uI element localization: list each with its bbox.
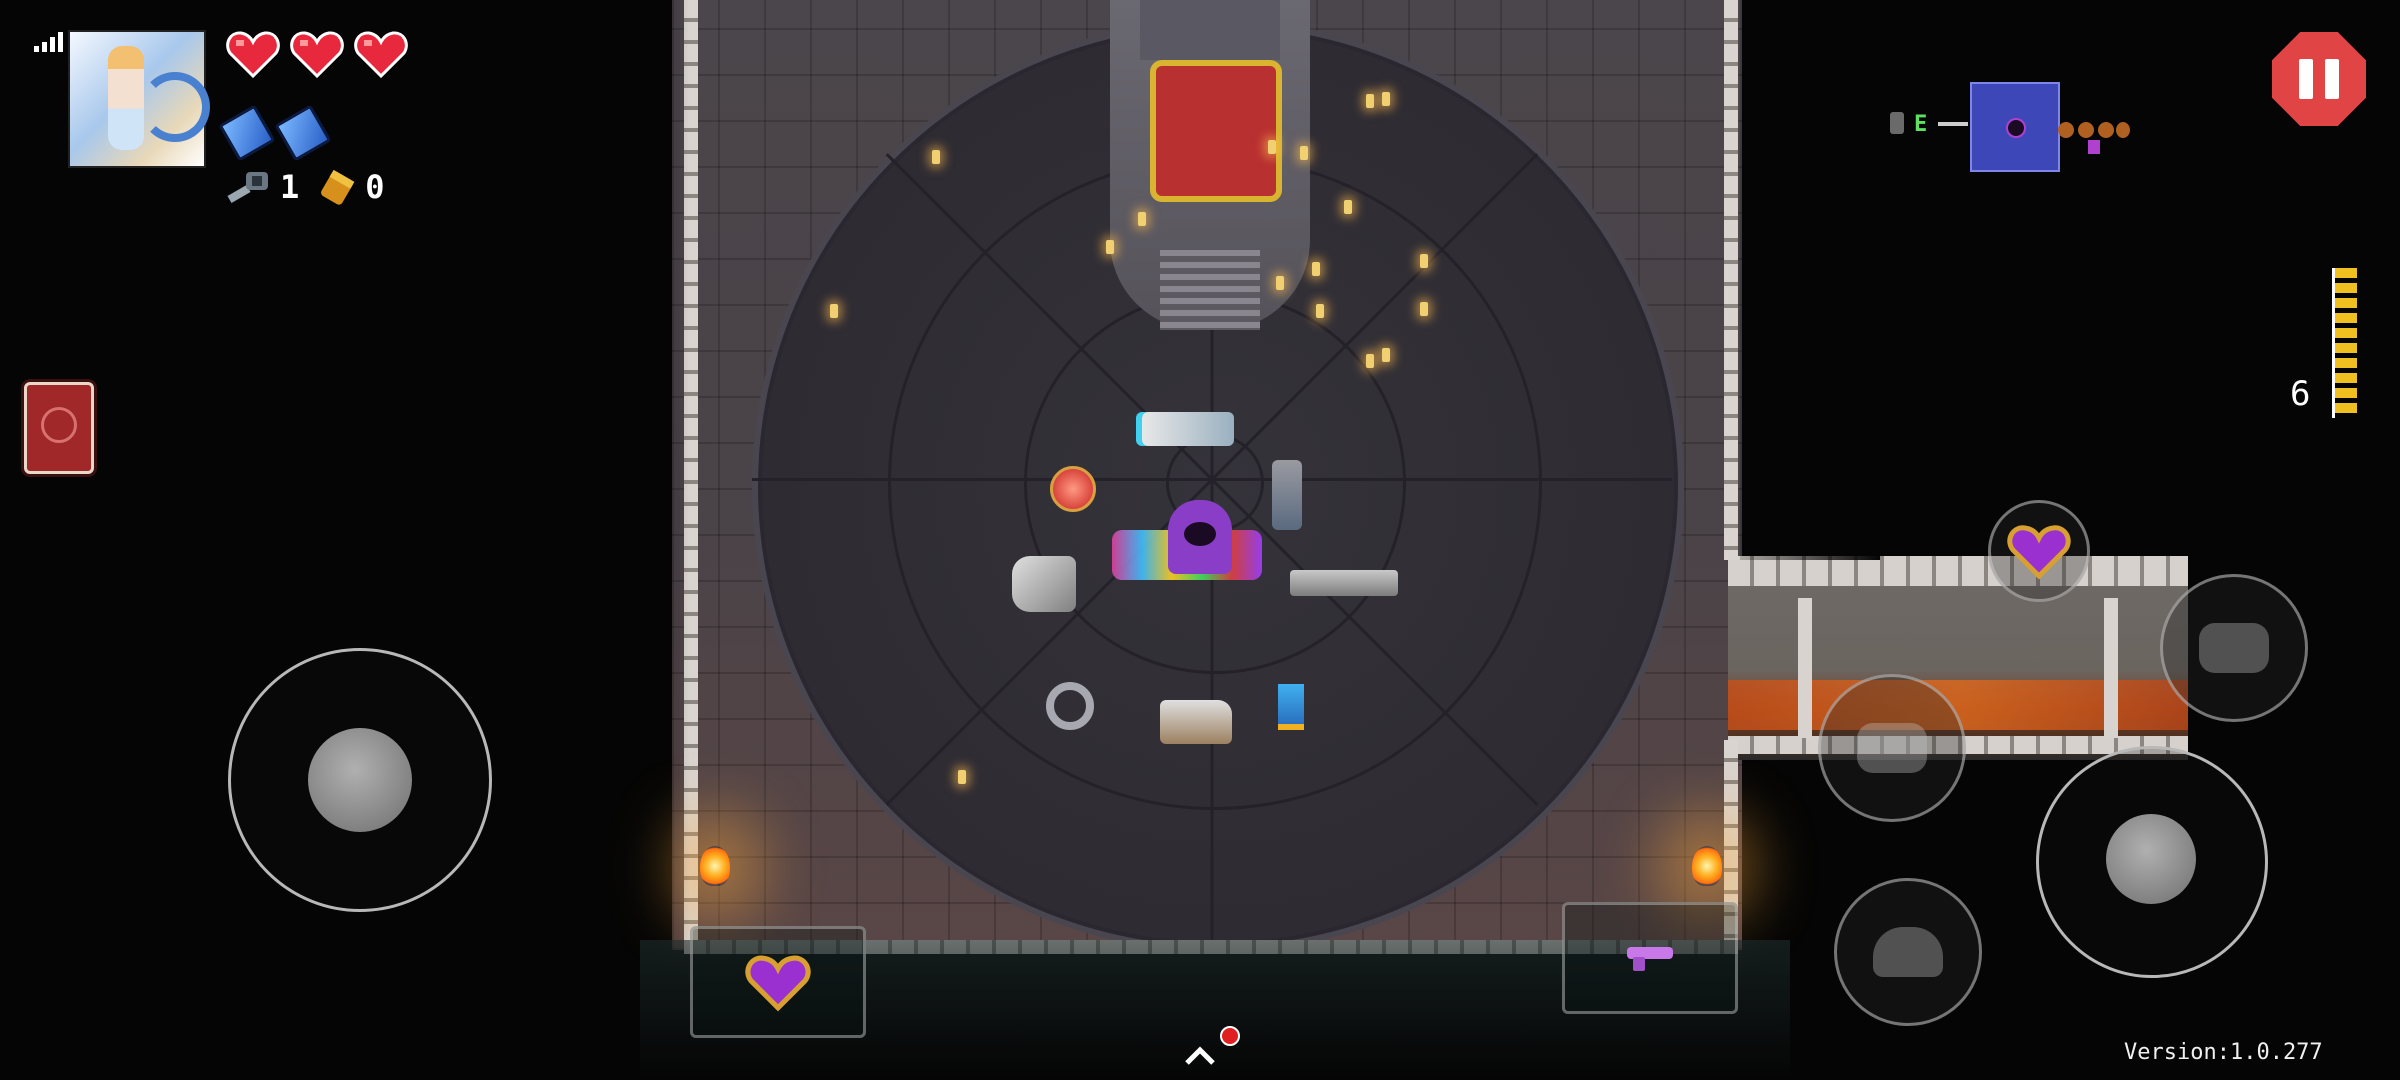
pause-icon bbox=[2299, 59, 2313, 99]
purple-heart-icon bbox=[745, 955, 811, 1012]
player-avatar[interactable] bbox=[68, 30, 210, 168]
blank-icon bbox=[218, 104, 276, 162]
red-heart-icon bbox=[354, 30, 408, 78]
key-icon bbox=[226, 168, 272, 206]
blank-icon bbox=[274, 104, 332, 162]
expand-button[interactable] bbox=[1172, 1036, 1228, 1076]
dodge-roll-icon bbox=[1873, 927, 1943, 977]
reload-icon bbox=[2199, 623, 2269, 673]
red-book-icon[interactable] bbox=[24, 382, 94, 474]
minimap-room-icon bbox=[2088, 140, 2100, 154]
minimap-room-icon bbox=[2098, 122, 2114, 138]
blanks-row bbox=[218, 104, 332, 162]
ammo-count: 6 bbox=[2290, 374, 2311, 414]
health-hearts bbox=[226, 30, 408, 78]
aim-joystick-knob[interactable] bbox=[2106, 814, 2196, 904]
purple-gun-icon bbox=[1627, 947, 1673, 971]
move-joystick-knob[interactable] bbox=[308, 728, 412, 832]
resources-row: 1 0 bbox=[226, 168, 385, 206]
minimap[interactable]: E bbox=[1890, 82, 2130, 172]
avatar-decoration bbox=[140, 72, 210, 142]
shell-casing-icon bbox=[317, 168, 357, 206]
minimap-corridor bbox=[1938, 122, 1968, 126]
minimap-label: E bbox=[1914, 112, 1928, 137]
chevron-up-icon bbox=[1185, 1046, 1215, 1065]
item-slot-left[interactable] bbox=[690, 926, 866, 1038]
notification-dot bbox=[1220, 1026, 1240, 1046]
casings-counter: 0 bbox=[317, 168, 385, 206]
red-heart-icon bbox=[290, 30, 344, 78]
bullet-clip-icon bbox=[2332, 268, 2357, 418]
keys-count: 1 bbox=[280, 168, 300, 206]
blank-burst-icon bbox=[1857, 723, 1927, 773]
casings-count: 0 bbox=[365, 168, 385, 206]
red-heart-icon bbox=[226, 30, 280, 78]
blank-button[interactable] bbox=[1818, 674, 1966, 822]
item-slot-right[interactable] bbox=[1562, 902, 1738, 1014]
purple-heart-icon bbox=[2007, 525, 2071, 580]
signal-bars-icon bbox=[34, 30, 66, 52]
version-label: Version:1.0.277 bbox=[2124, 1040, 2323, 1065]
minimap-current-room bbox=[1970, 82, 2060, 172]
reload-button[interactable] bbox=[2160, 574, 2308, 722]
pause-button[interactable] bbox=[2272, 32, 2366, 126]
minimap-room-icon bbox=[1890, 112, 1904, 134]
pause-icon bbox=[2325, 59, 2339, 99]
avatar-figure bbox=[108, 46, 144, 150]
minimap-room-icon bbox=[2058, 122, 2074, 138]
keys-counter: 1 bbox=[226, 168, 299, 206]
hud-overlay: 1 0 E 6 Version:1.0.277 bbox=[0, 0, 2400, 1080]
dodge-button[interactable] bbox=[1834, 878, 1982, 1026]
minimap-room-icon bbox=[2116, 122, 2130, 138]
heart-button[interactable] bbox=[1988, 500, 2090, 602]
minimap-room-icon bbox=[2078, 122, 2094, 138]
minimap-player-marker bbox=[2006, 118, 2026, 138]
